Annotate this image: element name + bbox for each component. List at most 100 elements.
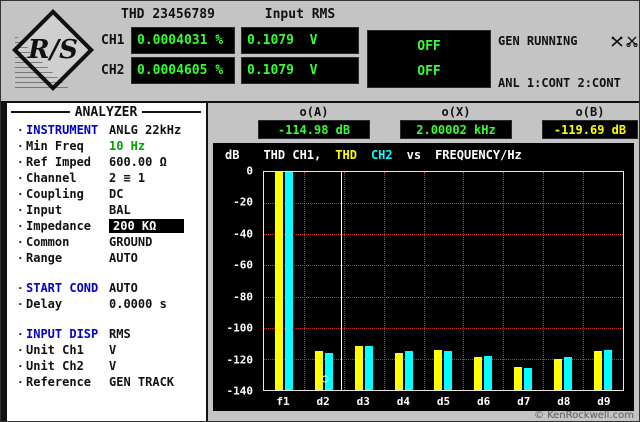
x-tick-label: d4 bbox=[396, 395, 410, 408]
analyzer-menu-item[interactable]: · Coupling DC bbox=[17, 186, 206, 202]
thd-ch2-display: 0.0004605 % bbox=[131, 57, 235, 84]
menu-item-label: Impedance bbox=[26, 219, 92, 233]
thd-title-label: THD bbox=[121, 7, 145, 22]
analyzer-menu-item[interactable]: · Ref Imped 600.00 Ω bbox=[17, 154, 206, 170]
gen-status-line: GEN RUNNING bbox=[498, 34, 638, 48]
analyzer-menu-item[interactable]: · INPUT DISP RMS bbox=[17, 326, 206, 342]
menu-spacer bbox=[17, 312, 206, 326]
bar-group-d2 bbox=[304, 172, 344, 390]
bar-group-d5 bbox=[424, 172, 464, 390]
menu-item-label: Unit Ch1 bbox=[26, 343, 84, 357]
menu-item-label: Input bbox=[26, 203, 63, 217]
bar-thd-ch2 bbox=[404, 351, 413, 390]
menu-item-value: DC bbox=[109, 187, 124, 201]
cursor-line bbox=[341, 172, 343, 390]
menu-spacer bbox=[17, 266, 206, 280]
off-ch1-value: OFF bbox=[417, 39, 441, 55]
cursor-readout-label: o(X) bbox=[441, 105, 471, 119]
analyzer-menu-item[interactable]: · Channel 2 ≡ 1 bbox=[17, 170, 206, 186]
bar-thd-ch1 bbox=[314, 351, 323, 390]
ch2-label: CH2 bbox=[101, 63, 125, 78]
bar-thd-ch1 bbox=[354, 346, 363, 390]
thd-ch1-row: CH1 0.0004031 % bbox=[101, 27, 235, 54]
analyzer-menu-item[interactable]: · START COND AUTO bbox=[17, 280, 206, 296]
menu-item-label: START COND bbox=[26, 281, 99, 295]
gen-status: GEN RUNNING bbox=[498, 34, 578, 48]
bar-thd-ch2 bbox=[324, 352, 333, 390]
bar-group-d4 bbox=[384, 172, 424, 390]
bar-thd-ch1 bbox=[474, 357, 483, 390]
logo-text: R∕S bbox=[28, 35, 78, 65]
menu-item-bullet: · bbox=[17, 219, 24, 233]
menu-item-value: 600.00 Ω bbox=[109, 155, 167, 169]
scissors-icon bbox=[626, 36, 638, 47]
bar-group-d8 bbox=[543, 172, 583, 390]
menu-item-bullet: · bbox=[17, 203, 24, 217]
analyzer-title-text: ANALYZER bbox=[74, 104, 138, 120]
analyzer-menu-item[interactable]: · Unit Ch2 V bbox=[17, 358, 206, 374]
y-tick-label: -100 bbox=[226, 321, 254, 335]
off-display: OFF OFF bbox=[367, 30, 491, 88]
analyzer-menu-item[interactable]: · Unit Ch1 V bbox=[17, 342, 206, 358]
menu-item-value: ANLG 22kHz bbox=[109, 123, 182, 137]
bar-group-d3 bbox=[344, 172, 384, 390]
menu-item-value: 10 Hz bbox=[109, 139, 146, 153]
y-axis-labels: 0 -20 -40 -60 -80 -100 -120 -140 bbox=[215, 165, 257, 398]
menu-item-value: RMS bbox=[109, 327, 131, 341]
thd-ch2-row: CH2 0.0004605 % bbox=[101, 57, 235, 84]
bar-group-d7 bbox=[503, 172, 543, 390]
menu-item-value: V bbox=[109, 359, 117, 373]
watermark: © KenRockwell.com bbox=[533, 410, 634, 421]
menu-item-label: INPUT DISP bbox=[26, 327, 99, 341]
bar-group-d6 bbox=[463, 172, 503, 390]
analyzer-menu-item[interactable]: · Min Freq 10 Hz bbox=[17, 138, 206, 154]
chart-header: dB THD CH1, THD CH2 vs FREQUENCY/Hz bbox=[225, 148, 626, 162]
analyzer-menu-item[interactable]: · INSTRUMENT ANLG 22kHz bbox=[17, 122, 206, 138]
menu-item-bullet: · bbox=[17, 235, 24, 249]
y-tick-label: 0 bbox=[246, 164, 253, 178]
cursor-marker bbox=[321, 375, 329, 383]
analyzer-menu-item[interactable]: · Delay 0.0000 s bbox=[17, 296, 206, 312]
cursor-readout: o(X) 2.00002 kHz bbox=[400, 105, 512, 139]
menu-item-bullet: · bbox=[17, 375, 24, 389]
bar-thd-ch1 bbox=[434, 349, 443, 390]
menu-item-label: Unit Ch2 bbox=[26, 359, 84, 373]
menu-item-value: BAL bbox=[109, 203, 131, 217]
analyzer-menu-item[interactable]: · Reference GEN TRACK bbox=[17, 374, 206, 390]
menu-item-bullet: · bbox=[17, 343, 24, 357]
menu-item-label: INSTRUMENT bbox=[26, 123, 99, 137]
x-tick-label: d5 bbox=[436, 395, 451, 408]
thd-ch1-display: 0.0004031 % bbox=[131, 27, 235, 54]
cursor-readout: o(A) -114.98 dB bbox=[258, 105, 370, 139]
analyzer-menu-item[interactable]: · Common GROUND bbox=[17, 234, 206, 250]
menu-item-bullet: · bbox=[17, 327, 24, 341]
bar-thd-ch1 bbox=[554, 358, 563, 390]
bar-thd-ch2 bbox=[524, 368, 533, 390]
menu-item-value: AUTO bbox=[109, 281, 138, 295]
analyzer-menu-item[interactable]: · Impedance 200 KΩ bbox=[17, 218, 206, 234]
y-tick-label: -60 bbox=[233, 258, 253, 272]
bar-thd-ch1 bbox=[394, 352, 403, 390]
x-tick-label: d3 bbox=[356, 395, 370, 408]
bar-group-f1 bbox=[264, 172, 304, 390]
plot-area bbox=[263, 171, 624, 391]
menu-item-bullet: · bbox=[17, 139, 24, 153]
x-tick-label: d8 bbox=[557, 395, 571, 408]
header: R∕S THD 23456789 CH1 0.0004031 % CH2 0.0… bbox=[1, 1, 639, 252]
menu-item-bullet: · bbox=[17, 123, 24, 137]
x-tick-label: d9 bbox=[597, 395, 611, 408]
legend-part: vs bbox=[406, 148, 422, 162]
menu-item-value: 2 ≡ 1 bbox=[109, 171, 146, 185]
rms-ch1-display: 0.1079 V bbox=[241, 27, 359, 54]
brand-logo: R∕S bbox=[9, 6, 97, 94]
analyzer-menu-item[interactable]: · Input BAL bbox=[17, 202, 206, 218]
menu-item-label: Channel bbox=[26, 171, 77, 185]
rms-ch2-row: 0.1079 V bbox=[241, 57, 359, 84]
cursor-readout: o(B) -119.69 dB bbox=[542, 105, 638, 139]
input-rms-title: Input RMS bbox=[264, 7, 336, 22]
menu-item-value: 0.0000 s bbox=[109, 297, 167, 311]
analyzer-menu-item[interactable]: · Range AUTO bbox=[17, 250, 206, 266]
x-axis-labels: f1 d2 d3 d4 d5 d6 d7 d8 d9 bbox=[263, 395, 624, 408]
cursor-readout-label: o(A) bbox=[299, 105, 329, 119]
x-tick-label: f1 bbox=[276, 395, 290, 408]
